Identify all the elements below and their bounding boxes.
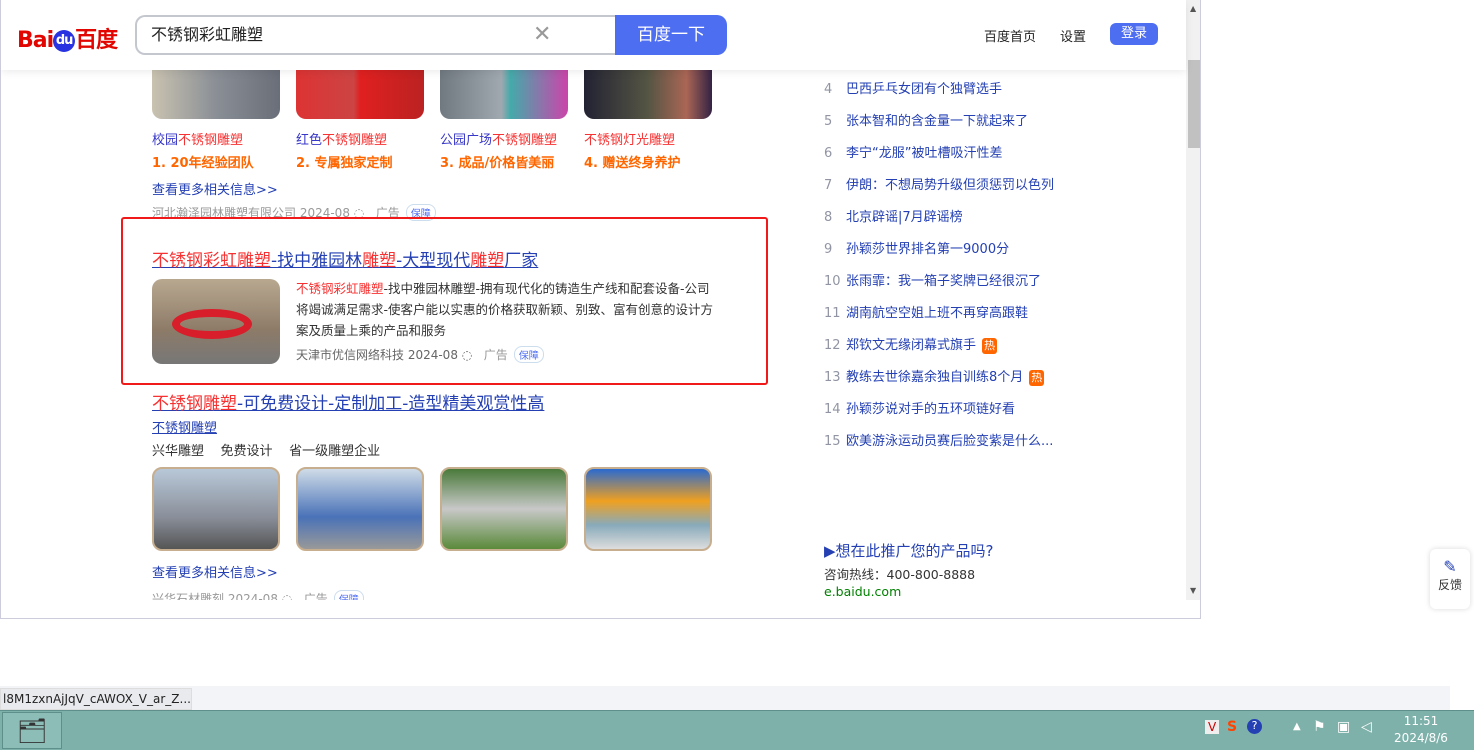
promo-site-link[interactable]: e.baidu.com	[824, 584, 901, 599]
ad-image[interactable]	[440, 67, 568, 119]
hot-search-item[interactable]: 13 教练去世徐嘉余独自训练8个月热	[824, 362, 1054, 394]
hot-title: 巴西乒乓女团有个独臂选手	[846, 82, 1003, 97]
feature-text: 3. 成品/价格皆美丽	[440, 156, 555, 171]
hot-title: 伊朗：不想局势升级但须惩罚以色列	[846, 178, 1055, 193]
rank-number: 12	[824, 338, 841, 353]
page-bottom	[1, 600, 1186, 618]
ad-image[interactable]	[296, 467, 424, 551]
result-image[interactable]	[152, 279, 280, 364]
hot-title: 孙颖莎说对手的五环项链好看	[846, 402, 1016, 417]
hot-title: 张本智和的含金量一下就起来了	[846, 114, 1029, 129]
ad-image[interactable]	[152, 67, 280, 119]
feature-text: 2. 专属独家定制	[296, 156, 393, 171]
rank-number: 14	[824, 402, 841, 417]
result-title-link[interactable]: 不锈钢彩虹雕塑-找中雅园林雕塑-大型现代雕塑厂家	[152, 246, 538, 271]
file-explorer-icon[interactable]: 🗂	[2, 712, 62, 749]
rank-number: 8	[824, 210, 833, 225]
hot-search-list: 4 巴西乒乓女团有个独臂选手 5 张本智和的含金量一下就起来了 6 李宁“龙服”被吐槽吸汗…	[824, 74, 1054, 458]
ad-image[interactable]	[296, 67, 424, 119]
rank-number: 13	[824, 370, 841, 385]
ad-source: 兴华石材雕刻 2024-08 ◌ 广告保障	[152, 590, 364, 600]
pen-icon: ✎	[1443, 557, 1457, 576]
scrollbar-thumb[interactable]	[1188, 60, 1200, 148]
sub-link[interactable]: 不锈钢雕塑	[152, 417, 217, 436]
rank-number: 9	[824, 242, 833, 257]
status-url: l8M1zxnAjJqV_cAWOX_V_ar_Z...	[0, 688, 192, 710]
tag-list: 兴华雕塑 免费设计 省一级雕塑企业	[152, 444, 381, 459]
result-title-link[interactable]: 不锈钢雕塑-可免费设计-定制加工-造型精美观赏性高	[152, 389, 544, 414]
clock[interactable]: 11:51 2024/8/6	[1388, 713, 1454, 747]
login-button[interactable]: 登录	[1110, 23, 1158, 45]
hot-search-item[interactable]: 5 张本智和的含金量一下就起来了	[824, 106, 1054, 138]
hot-search-item[interactable]: 9 孙颖莎世界排名第一9000分	[824, 234, 1054, 266]
ad-image[interactable]	[584, 67, 712, 119]
baidu-home-link[interactable]: 百度首页	[984, 26, 1036, 45]
settings-link[interactable]: 设置	[1060, 26, 1086, 45]
ad-caption[interactable]: 红色不锈钢雕塑	[296, 129, 387, 148]
hot-search-item[interactable]: 11 湖南航空空姐上班不再穿高跟鞋	[824, 298, 1054, 330]
hot-search-item[interactable]: 8 北京辟谣|7月辟谣榜	[824, 202, 1054, 234]
network-icon[interactable]: ▣	[1337, 719, 1350, 735]
flag-icon[interactable]: ⚑	[1313, 719, 1326, 735]
search-button[interactable]: 百度一下	[615, 15, 727, 55]
hot-title: 教练去世徐嘉余独自训练8个月	[846, 370, 1024, 385]
more-info-link[interactable]: 查看更多相关信息>>	[152, 562, 278, 581]
rank-number: 7	[824, 178, 833, 193]
result-description: 不锈钢彩虹雕塑-找中雅园林雕塑-拥有现代化的铸造生产线和配套设备-公司将竭诚满足…	[296, 281, 714, 338]
rank-number: 10	[824, 274, 841, 289]
antivirus-icon[interactable]: V	[1205, 720, 1220, 734]
hot-title: 北京辟谣|7月辟谣榜	[846, 210, 963, 225]
promo-link[interactable]: ▶想在此推广您的产品吗?	[824, 540, 994, 561]
logo-text: 百度	[75, 28, 118, 53]
hot-badge: 热	[1029, 370, 1045, 386]
ad-caption[interactable]: 公园广场不锈钢雕塑	[440, 129, 557, 148]
browser-page: Bai du 百度 不锈钢彩虹雕塑 ✕ 百度一下 百度首页 设置 登录 校园不锈钢雕…	[0, 0, 1201, 619]
status-bar	[0, 686, 1450, 710]
header: Bai du 百度 不锈钢彩虹雕塑 ✕ 百度一下 百度首页 设置 登录	[1, 0, 1186, 70]
show-hidden-icon[interactable]: ▲	[1293, 721, 1301, 732]
hot-title: 李宁“龙服”被吐槽吸汗性差	[846, 146, 1003, 161]
hot-search-item[interactable]: 14 孙颖莎说对手的五环项链好看	[824, 394, 1054, 426]
logo-text: Bai	[17, 28, 54, 53]
rank-number: 4	[824, 82, 833, 97]
hot-search-item[interactable]: 15 欧美游泳运动员赛后脸变紫是什么...	[824, 426, 1054, 458]
guarantee-badge: 保障	[513, 346, 544, 363]
help-icon[interactable]: ?	[1247, 719, 1262, 734]
ad-caption[interactable]: 校园不锈钢雕塑	[152, 129, 243, 148]
clear-icon[interactable]: ✕	[533, 22, 551, 47]
ad-image[interactable]	[584, 467, 712, 551]
sogou-icon[interactable]: S	[1227, 719, 1237, 735]
scroll-down-icon[interactable]: ▼	[1190, 586, 1196, 595]
ad-image[interactable]	[440, 467, 568, 551]
hot-search-item[interactable]: 12 郑钦文无缘闭幕式旗手热	[824, 330, 1054, 362]
feature-text: 4. 赠送终身养护	[584, 156, 681, 171]
rank-number: 6	[824, 146, 833, 161]
volume-icon[interactable]: ◁	[1361, 719, 1372, 735]
hot-search-item[interactable]: 7 伊朗：不想局势升级但须惩罚以色列	[824, 170, 1054, 202]
baidu-logo[interactable]: Bai du 百度	[17, 22, 118, 54]
rank-number: 11	[824, 306, 841, 321]
feedback-button[interactable]: ✎ 反馈	[1430, 549, 1470, 609]
hot-badge: 热	[982, 338, 998, 354]
ad-source: 天津市优信网络科技 2024-08 ◌ 广告 保障	[296, 346, 544, 363]
hot-search-item[interactable]: 10 张雨霏：我一箱子奖牌已经很沉了	[824, 266, 1054, 298]
ad-image[interactable]	[152, 467, 280, 551]
more-info-link[interactable]: 查看更多相关信息>>	[152, 179, 278, 198]
hot-title: 孙颖莎世界排名第一9000分	[846, 242, 1010, 257]
hot-search-item[interactable]: 4 巴西乒乓女团有个独臂选手	[824, 74, 1054, 106]
feature-text: 1. 20年经验团队	[152, 156, 254, 171]
hot-title: 郑钦文无缘闭幕式旗手	[846, 338, 977, 353]
rank-number: 5	[824, 114, 833, 129]
hot-title: 湖南航空空姐上班不再穿高跟鞋	[846, 306, 1029, 321]
rank-number: 15	[824, 434, 841, 449]
ad-caption[interactable]: 不锈钢灯光雕塑	[584, 129, 675, 148]
paw-icon: du	[53, 30, 76, 52]
hot-title: 张雨霏：我一箱子奖牌已经很沉了	[846, 274, 1042, 289]
scroll-up-icon[interactable]: ▲	[1190, 4, 1196, 13]
hot-search-item[interactable]: 6 李宁“龙服”被吐槽吸汗性差	[824, 138, 1054, 170]
promo-hotline: 咨询热线：400-800-8888	[824, 567, 976, 582]
hot-title: 欧美游泳运动员赛后脸变紫是什么...	[846, 434, 1054, 449]
